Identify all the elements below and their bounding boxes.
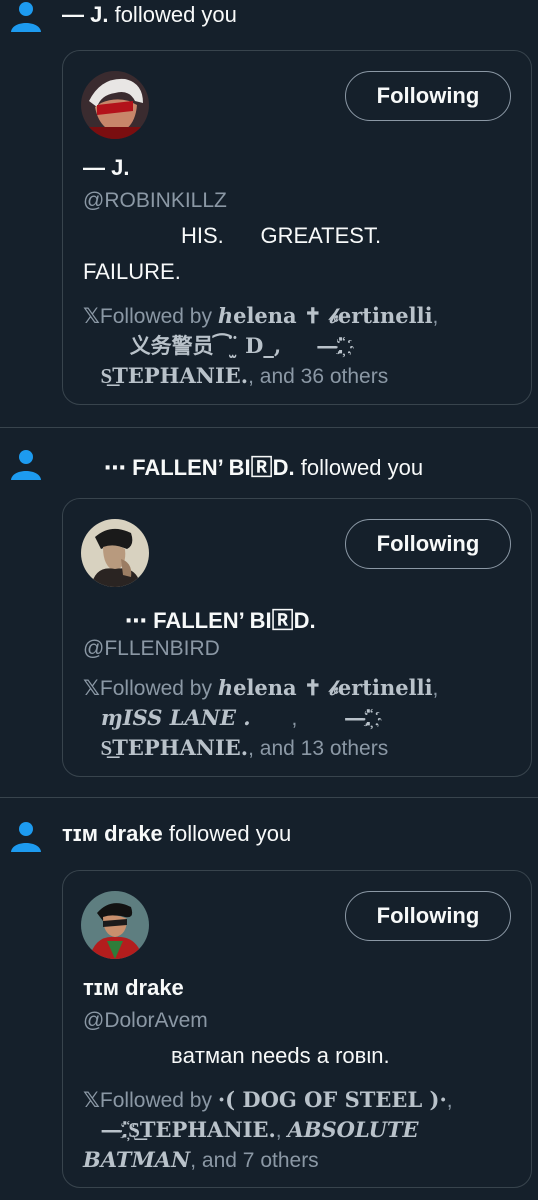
avatar[interactable] — [81, 519, 149, 587]
followed-suffix: , and 13 others — [248, 737, 389, 760]
x-logo-icon: 𝕏 — [83, 305, 100, 328]
notification-user-name[interactable]: ⋯ FALLEN’ BI🅁D. — [104, 455, 295, 480]
following-button[interactable]: Following — [345, 519, 511, 569]
display-name[interactable]: ᴛɪᴍ drake — [83, 975, 184, 1001]
bio-line: HIS. GREATEST. — [181, 223, 382, 248]
followed-suffix: , and 36 others — [248, 365, 389, 388]
notification-item[interactable]: — J. followed you Following — J. @ROBINK… — [0, 0, 538, 428]
display-name[interactable]: ⋯ FALLEN’ BI🅁D. — [125, 603, 316, 635]
followed-by-text: 𝕏Followed by ℎelena ✝ 𝒷ertinelli, ɱISS L… — [83, 675, 439, 760]
followed-prefix: Followed by — [99, 1089, 218, 1112]
notification-text: — J. followed you — [62, 2, 237, 28]
notification-text: ⋯ FALLEN’ BI🅁D. followed you — [104, 450, 423, 482]
x-logo-icon: 𝕏 — [83, 1089, 100, 1112]
notification-user-name[interactable]: — J. — [62, 2, 108, 27]
followed-by-text: 𝕏Followed by ·( DOG OF STEEL )·, —⁚҉S͟TE… — [83, 1087, 453, 1172]
follower-name[interactable]: S͟TEPHANIE. — [128, 1117, 276, 1142]
follower-name[interactable]: ℎelena ✝ 𝒷ertinelli — [218, 303, 433, 328]
bio-line: вaтмan needs a roвιn. — [171, 1043, 390, 1068]
bio-line: FAILURE. — [83, 259, 181, 284]
following-button[interactable]: Following — [345, 71, 511, 121]
follower-name[interactable]: ℎelena ✝ 𝒷ertinelli — [218, 675, 433, 700]
follower-name[interactable]: 义务警员⁀ ̫̈ D_, — [130, 333, 282, 358]
follower-name[interactable]: S͟TEPHANIE. — [101, 735, 249, 760]
notification-user-name[interactable]: ᴛɪᴍ drake — [62, 821, 163, 846]
person-icon — [11, 822, 41, 852]
notification-suffix: followed you — [162, 821, 292, 846]
notification-item[interactable]: ᴛɪᴍ drake followed you Following ᴛɪᴍ dra… — [0, 798, 538, 1200]
follower-name[interactable]: ɱISS LANE . — [101, 705, 251, 730]
user-card[interactable]: Following — J. @ROBINKILLZ HIS. GREATEST… — [62, 50, 532, 405]
notification-text: ᴛɪᴍ drake followed you — [62, 821, 291, 847]
followed-suffix: , and 7 others — [190, 1149, 319, 1172]
notification-suffix: followed you — [108, 2, 237, 27]
handle[interactable]: @DolorAvem — [83, 1009, 208, 1033]
avatar[interactable] — [81, 71, 149, 139]
handle[interactable]: @ROBINKILLZ — [83, 189, 227, 213]
followed-prefix: Followed by — [99, 677, 218, 700]
display-name[interactable]: — J. — [83, 155, 129, 181]
user-card[interactable]: Following ⋯ FALLEN’ BI🅁D. @FLLENBIRD 𝕏Fo… — [62, 498, 532, 777]
follower-name[interactable]: —⁚҉ — [316, 333, 344, 358]
person-icon — [11, 450, 41, 480]
following-button[interactable]: Following — [345, 891, 511, 941]
followed-by-text: 𝕏Followed by ℎelena ✝ 𝒷ertinelli, 义务警员⁀ … — [83, 303, 439, 388]
user-card[interactable]: Following ᴛɪᴍ drake @DolorAvem вaтмan ne… — [62, 870, 532, 1188]
follower-name[interactable]: ·( DOG OF STEEL )· — [218, 1087, 447, 1112]
follower-name[interactable]: —⁚҉ — [101, 1117, 129, 1142]
notification-item[interactable]: ⋯ FALLEN’ BI🅁D. followed you Following ⋯… — [0, 428, 538, 798]
person-icon — [11, 2, 41, 32]
followed-prefix: Followed by — [99, 305, 218, 328]
x-logo-icon: 𝕏 — [83, 677, 100, 700]
handle[interactable]: @FLLENBIRD — [83, 637, 220, 661]
notification-suffix: followed you — [294, 455, 424, 480]
follower-name[interactable]: —⁚҉ — [344, 705, 372, 730]
follower-name[interactable]: S͟TEPHANIE. — [101, 363, 249, 388]
avatar[interactable] — [81, 891, 149, 959]
